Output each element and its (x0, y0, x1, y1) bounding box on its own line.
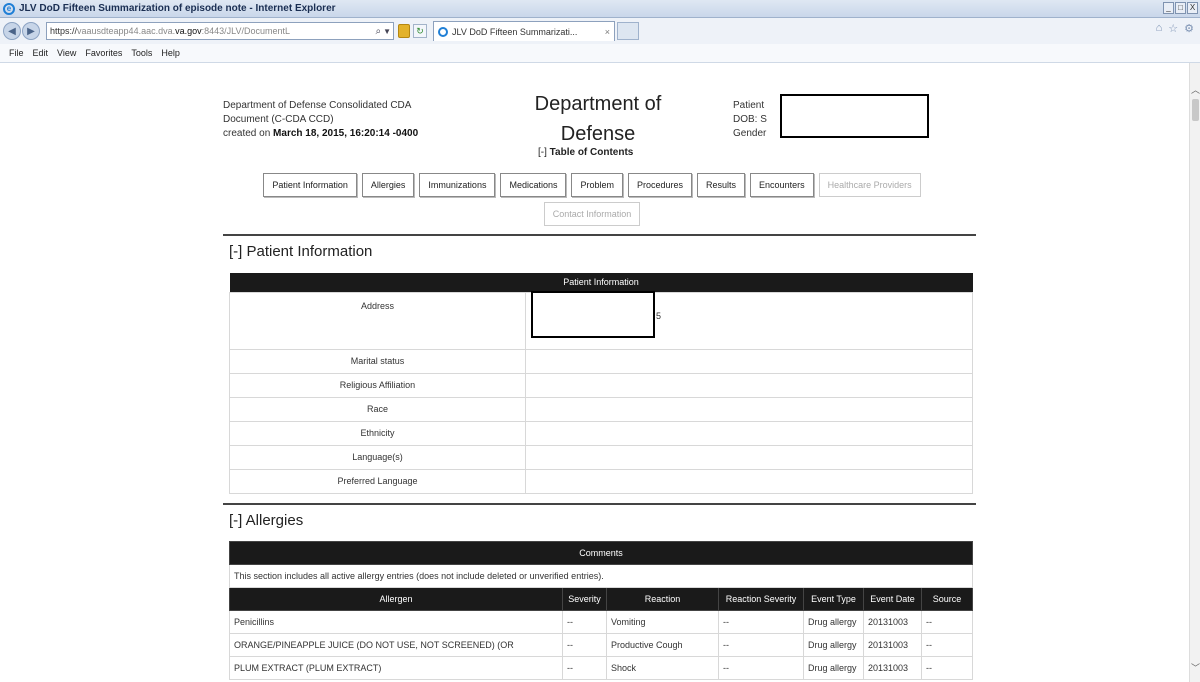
patient-name-label: Patient (733, 100, 765, 111)
allergies-comments-header: Comments (229, 541, 973, 565)
table-row: PLUM EXTRACT (PLUM EXTRACT) -- Shock -- … (229, 656, 973, 680)
preferred-language-label: Preferred Language (229, 468, 526, 494)
event-date-cell: 20131003 (863, 633, 922, 657)
patient-info-table: Patient Information Address 5 Tel: *****… (229, 273, 973, 494)
org-title-line1: Department of (534, 93, 662, 115)
preferred-language-value (525, 468, 973, 494)
address-redaction-box (531, 290, 655, 338)
allergies-table: Comments This section includes all activ… (229, 541, 973, 680)
doc-type-line1: Department of Defense Consolidated CDA (223, 100, 412, 111)
patient-info-heading[interactable]: [-] Patient Information (229, 243, 372, 260)
source-cell: -- (921, 633, 973, 657)
marital-status-label: Marital status (229, 348, 526, 374)
allergies-comments-text: This section includes all active allergy… (229, 564, 973, 588)
event-type-cell: Drug allergy (803, 610, 864, 634)
allergen-cell: PLUM EXTRACT (PLUM EXTRACT) (229, 656, 563, 680)
created-prefix: created on (223, 128, 274, 139)
allergies-heading[interactable]: [-] Allergies (229, 512, 303, 529)
col-reaction: Reaction (606, 587, 719, 611)
event-type-cell: Drug allergy (803, 633, 864, 657)
event-type-cell: Drug allergy (803, 656, 864, 680)
col-allergen: Allergen (229, 587, 563, 611)
doc-type-line2: Document (C-CDA CCD) (223, 114, 334, 125)
col-event-type: Event Type (803, 587, 864, 611)
address-value: 5 Tel: ********** (525, 290, 973, 350)
severity-cell: -- (562, 633, 607, 657)
reaction-severity-cell: -- (718, 610, 804, 634)
col-source: Source (921, 587, 973, 611)
col-event-date: Event Date (863, 587, 922, 611)
toc-procedures[interactable]: Procedures (628, 173, 693, 197)
organization-title: Department of Defense (523, 91, 673, 147)
reaction-severity-cell: -- (718, 656, 804, 680)
toc-medications[interactable]: Medications (500, 173, 567, 197)
severity-cell: -- (562, 610, 607, 634)
toc-immunizations[interactable]: Immunizations (419, 173, 496, 197)
ethnicity-label: Ethnicity (229, 420, 526, 446)
toc-title: Table of Contents (549, 147, 634, 158)
reaction-cell: Shock (606, 656, 719, 680)
org-title-line2: Defense (560, 123, 636, 145)
toc-toggle[interactable]: [-] (538, 147, 547, 158)
redaction-box (780, 94, 929, 138)
languages-label: Language(s) (229, 444, 526, 470)
religious-affiliation-value (525, 372, 973, 398)
toc-results[interactable]: Results (697, 173, 746, 197)
toc-heading[interactable]: [-] Table of Contents (538, 147, 633, 158)
patient-gender-label: Gender (733, 128, 767, 139)
toc-encounters[interactable]: Encounters (750, 173, 814, 197)
allergen-cell: ORANGE/PINEAPPLE JUICE (DO NOT USE, NOT … (229, 633, 563, 657)
reaction-cell: Productive Cough (606, 633, 719, 657)
race-value (525, 396, 973, 422)
languages-value (525, 444, 973, 470)
event-date-cell: 20131003 (863, 656, 922, 680)
toc-allergies[interactable]: Allergies (361, 173, 415, 197)
patient-info-table-header: Patient Information (229, 273, 973, 292)
col-reaction-severity: Reaction Severity (718, 587, 804, 611)
patient-dob-label: DOB: S (733, 114, 767, 125)
section-divider-allergies (223, 503, 976, 505)
source-cell: -- (921, 610, 973, 634)
created-date: March 18, 2015, 16:20:14 -0400 (273, 128, 419, 139)
event-date-cell: 20131003 (863, 610, 922, 634)
page-viewport: Department of Defense Consolidated CDA D… (0, 0, 1200, 682)
severity-cell: -- (562, 656, 607, 680)
toc-problem[interactable]: Problem (571, 173, 623, 197)
table-of-contents: Patient Information Allergies Immunizati… (242, 173, 942, 226)
col-severity: Severity (562, 587, 607, 611)
race-label: Race (229, 396, 526, 422)
address-label: Address (229, 291, 526, 350)
section-divider (223, 234, 976, 236)
source-cell: -- (921, 656, 973, 680)
table-row: ORANGE/PINEAPPLE JUICE (DO NOT USE, NOT … (229, 633, 973, 657)
toc-patient-information[interactable]: Patient Information (263, 173, 357, 197)
reaction-severity-cell: -- (718, 633, 804, 657)
allergen-cell: Penicillins (229, 610, 563, 634)
ethnicity-value (525, 420, 973, 446)
toc-healthcare-providers: Healthcare Providers (818, 173, 921, 197)
marital-status-value (525, 348, 973, 374)
address-fragment: 5 (656, 310, 662, 321)
religious-affiliation-label: Religious Affiliation (229, 372, 526, 398)
toc-contact-information: Contact Information (543, 202, 641, 226)
doc-created: created on March 18, 2015, 16:20:14 -040… (223, 127, 418, 141)
patient-summary: Patient DOB: S Gender (733, 99, 767, 141)
document-info: Department of Defense Consolidated CDA D… (223, 99, 418, 141)
table-row: Penicillins -- Vomiting -- Drug allergy … (229, 610, 973, 634)
reaction-cell: Vomiting (606, 610, 719, 634)
